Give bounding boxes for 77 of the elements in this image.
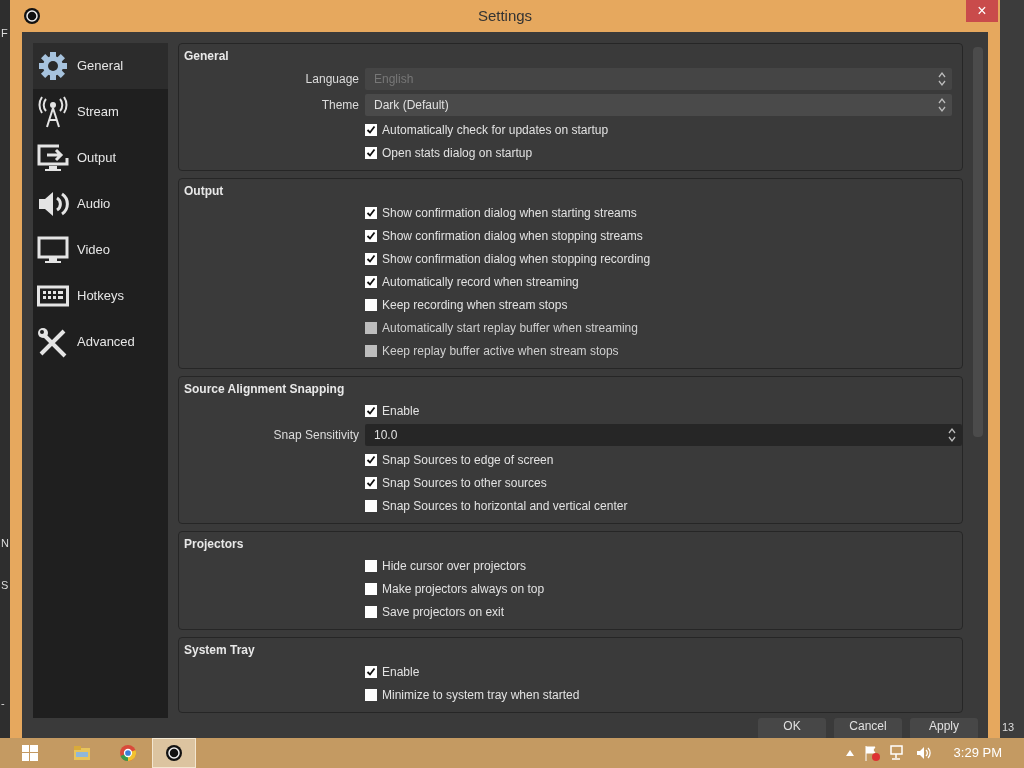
- tools-icon: [37, 326, 69, 358]
- checkbox-label: Automatically record when streaming: [382, 273, 579, 291]
- sidebar-item[interactable]: Video: [33, 227, 168, 273]
- browser-icon: [119, 744, 137, 762]
- background-text: N: [0, 536, 10, 550]
- field-label: Language: [304, 71, 359, 88]
- sidebar-item[interactable]: Output: [33, 135, 168, 181]
- group-title: General: [183, 48, 230, 64]
- checkbox[interactable]: [365, 404, 377, 417]
- checkbox[interactable]: [365, 229, 377, 242]
- group-title: Output: [183, 183, 225, 199]
- checkbox-label: Snap Sources to horizontal and vertical center: [382, 497, 628, 515]
- checkbox-label: Show confirmation dialog when stopping streams: [382, 227, 643, 245]
- checkbox-label: Show confirmation dialog when stopping recording: [382, 250, 651, 268]
- field-label: Snap Sensitivity: [272, 427, 359, 444]
- checkbox-label: Show confirmation dialog when starting streams: [382, 204, 637, 222]
- checkbox-label: Automatically check for updates on startup: [382, 121, 609, 139]
- checkbox[interactable]: [365, 499, 377, 512]
- group-title: System Tray: [183, 642, 256, 658]
- monitor-icon: [37, 234, 69, 266]
- background-text: F: [0, 26, 9, 40]
- show-hidden-icons-icon[interactable]: [845, 750, 854, 756]
- checkbox[interactable]: [365, 206, 377, 219]
- checkbox[interactable]: [365, 665, 377, 678]
- dialog-button[interactable]: Cancel: [834, 718, 902, 740]
- checkbox[interactable]: [365, 123, 377, 136]
- background-text: -: [0, 696, 6, 710]
- dialog-button[interactable]: OK: [758, 718, 826, 740]
- checkbox-label: Hide cursor over projectors: [382, 557, 527, 575]
- checkbox[interactable]: [365, 559, 377, 572]
- checkbox-label: Save projectors on exit: [382, 603, 505, 621]
- folder-icon: [73, 744, 91, 762]
- volume-icon[interactable]: [915, 745, 932, 761]
- obs-icon: [165, 744, 183, 762]
- checkbox-label: Snap Sources to edge of screen: [382, 451, 554, 469]
- window-title: Settings: [477, 5, 533, 26]
- checkbox[interactable]: [365, 453, 377, 466]
- sidebar-item[interactable]: Advanced: [33, 319, 168, 365]
- antenna-icon: [37, 96, 69, 128]
- checkbox-label: Automatically start replay buffer when streaming: [382, 319, 638, 337]
- checkbox[interactable]: [365, 298, 377, 311]
- checkbox[interactable]: [365, 582, 377, 595]
- dialog-button[interactable]: Apply: [910, 718, 978, 740]
- gear-icon: [37, 50, 69, 82]
- windows-start-icon[interactable]: [22, 745, 38, 761]
- checkbox-label: Make projectors always on top: [382, 580, 545, 598]
- updown-caret-icon[interactable]: [937, 97, 947, 113]
- sidebar-item[interactable]: Audio: [33, 181, 168, 227]
- checkbox-label: Minimize to system tray when started: [382, 686, 580, 704]
- checkbox[interactable]: [365, 252, 377, 265]
- checkbox-label: Keep recording when stream stops: [382, 296, 568, 314]
- background-text: 13: [1001, 720, 1016, 734]
- group-title: Source Alignment Snapping: [183, 381, 346, 397]
- group-title: Projectors: [183, 536, 245, 552]
- taskbar-app[interactable]: [152, 738, 196, 768]
- sidebar-item[interactable]: Stream: [33, 89, 168, 135]
- checkbox-label: Enable: [382, 402, 420, 420]
- obs-logo-icon: [24, 8, 40, 24]
- checkbox-label: Keep replay buffer active when stream stops: [382, 342, 619, 360]
- checkbox-label: Open stats dialog on startup: [382, 144, 533, 162]
- spin-arrows-icon[interactable]: [947, 427, 957, 443]
- checkbox[interactable]: [365, 476, 377, 489]
- checkbox[interactable]: [365, 688, 377, 701]
- checkbox[interactable]: [365, 275, 377, 288]
- spin-box[interactable]: 10.0: [365, 424, 962, 446]
- monitor-arrow-icon: [37, 142, 69, 174]
- checkbox-label: Enable: [382, 663, 420, 681]
- close-button[interactable]: ×: [966, 0, 998, 22]
- field-label: Theme: [320, 97, 359, 114]
- sidebar-item[interactable]: Hotkeys: [33, 273, 168, 319]
- sidebar-item[interactable]: General: [33, 43, 168, 89]
- checkbox[interactable]: [365, 605, 377, 618]
- flag-icon[interactable]: [863, 745, 880, 761]
- background-text: S: [0, 578, 10, 592]
- checkbox-label: Snap Sources to other sources: [382, 474, 547, 492]
- dropdown[interactable]: Dark (Default): [365, 94, 952, 116]
- checkbox[interactable]: [365, 146, 377, 159]
